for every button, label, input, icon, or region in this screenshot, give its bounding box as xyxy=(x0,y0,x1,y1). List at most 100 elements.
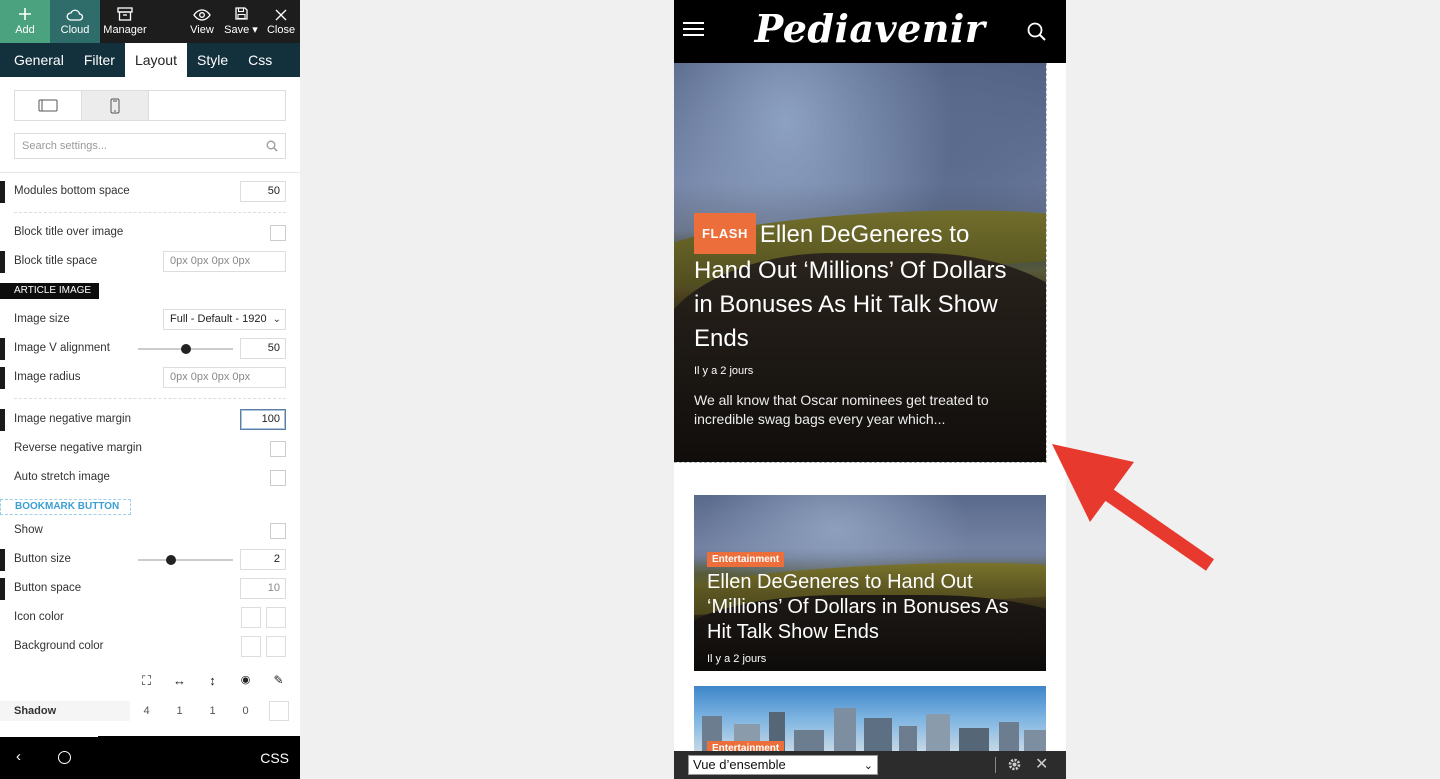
shadow-label: Shadow xyxy=(0,701,130,721)
setting-image-negative-margin: Image negative margin 100 xyxy=(0,408,300,432)
button-space-input[interactable]: 10 xyxy=(240,578,286,599)
search-input[interactable] xyxy=(15,134,255,158)
hero-title[interactable]: FLASH Ellen DeGeneres to Hand Out ‘Millio… xyxy=(694,213,1024,356)
horizontal-offset-icon: ↔ xyxy=(173,673,186,688)
device-phone-button[interactable] xyxy=(82,91,149,120)
cloud-icon xyxy=(66,9,84,21)
tab-css[interactable]: Css xyxy=(238,43,282,77)
article-card[interactable]: Entertainment Ellen DeGeneres to Hand Ou… xyxy=(694,495,1046,671)
search-icon xyxy=(266,140,278,152)
setting-icon-color: Icon color xyxy=(0,606,300,630)
view-label: View xyxy=(190,24,214,36)
device-switcher xyxy=(14,90,286,121)
setting-button-space: Button space 10 xyxy=(0,577,300,601)
manager-label: Manager xyxy=(103,24,147,36)
color-picker-icon: ✎ xyxy=(273,673,284,687)
search-icon[interactable] xyxy=(1027,22,1046,41)
block-title-over-image-checkbox[interactable] xyxy=(270,225,286,241)
article-title[interactable]: Ellen DeGeneres to Hand Out ‘Millions’ O… xyxy=(707,570,1032,645)
preview-footer-bar: Vue d’ensemble ⌄ ✕ xyxy=(674,751,1066,779)
settings-list: Modules bottom space 50 Block title over… xyxy=(0,172,300,736)
tab-general[interactable]: General xyxy=(0,43,74,77)
background-hover-color-swatch[interactable] xyxy=(266,636,286,657)
button-size-slider[interactable] xyxy=(138,555,233,565)
home-icon[interactable] xyxy=(58,751,71,764)
save-button[interactable]: Save ▾ xyxy=(220,0,262,43)
slider-handle[interactable] xyxy=(166,555,176,565)
setting-image-size: Image size Full - Default - 1920 ⌄ xyxy=(0,308,300,332)
tab-style[interactable]: Style xyxy=(187,43,238,77)
tab-filter[interactable]: Filter xyxy=(74,43,125,77)
shadow-x-value[interactable]: 1 xyxy=(163,701,196,721)
image-v-alignment-slider[interactable] xyxy=(138,344,233,354)
reverse-negative-margin-checkbox[interactable] xyxy=(270,441,286,457)
add-button[interactable]: Add xyxy=(0,0,50,43)
image-negative-margin-input[interactable]: 100 xyxy=(240,409,286,430)
shadow-y-value[interactable]: 1 xyxy=(196,701,229,721)
annotation-arrow xyxy=(1052,444,1214,571)
setting-image-radius: Image radius 0px 0px 0px 0px xyxy=(0,366,300,390)
close-icon[interactable]: ✕ xyxy=(1035,754,1048,774)
image-radius-input[interactable]: 0px 0px 0px 0px xyxy=(163,367,286,388)
category-badge[interactable]: Entertainment xyxy=(707,552,785,567)
add-label: Add xyxy=(15,24,35,36)
shadow-blur-value[interactable]: 4 xyxy=(130,701,163,721)
setting-auto-stretch-image: Auto stretch image xyxy=(0,466,300,490)
plus-icon xyxy=(19,8,31,20)
background-color-swatch[interactable] xyxy=(241,636,261,657)
show-checkbox[interactable] xyxy=(270,523,286,539)
phone-icon xyxy=(110,98,120,113)
flash-badge: FLASH xyxy=(694,213,756,254)
close-button[interactable]: Close xyxy=(262,0,300,43)
block-title-space-input[interactable]: 0px 0px 0px 0px xyxy=(163,251,286,272)
eye-icon xyxy=(193,9,211,21)
shadow-spread-value[interactable]: 0 xyxy=(229,701,262,721)
setting-modules-bottom-space: Modules bottom space 50 xyxy=(0,180,300,204)
tablet-landscape-icon xyxy=(38,99,58,112)
shadow-parameter-icons: ⛶ ↔ ↕ ◉ ✎ xyxy=(130,673,300,693)
settings-panel: Add Cloud Manager View Save ▾ Close Gene… xyxy=(0,0,300,779)
tab-layout[interactable]: Layout xyxy=(124,43,187,77)
close-label: Close xyxy=(266,24,296,36)
manager-button[interactable]: Manager xyxy=(100,0,150,43)
shadow-values: 4 1 1 0 xyxy=(130,701,300,721)
shadow-color-swatch[interactable] xyxy=(268,701,289,721)
settings-search xyxy=(14,133,286,159)
top-toolbar: Add Cloud Manager View Save ▾ Close xyxy=(0,0,300,43)
divider xyxy=(14,212,286,213)
image-v-alignment-input[interactable]: 50 xyxy=(240,338,286,359)
bottom-bar: ‹ CSS xyxy=(0,736,300,779)
setting-image-v-alignment: Image V alignment 50 xyxy=(0,337,300,361)
slider-handle[interactable] xyxy=(181,344,191,354)
image-size-select[interactable]: Full - Default - 1920 ⌄ xyxy=(163,309,286,330)
device-tablet-landscape-button[interactable] xyxy=(15,91,82,120)
chevron-down-icon: ⌄ xyxy=(270,310,281,329)
close-icon xyxy=(275,9,287,21)
setting-button-size: Button size 2 xyxy=(0,548,300,572)
setting-background-color: Background color xyxy=(0,635,300,659)
setting-block-title-over-image: Block title over image xyxy=(0,221,300,245)
article-card[interactable]: Entertainment xyxy=(694,686,1046,752)
view-mode-select[interactable]: Vue d’ensemble ⌄ xyxy=(688,755,878,775)
auto-stretch-image-checkbox[interactable] xyxy=(270,470,286,486)
site-logo[interactable]: Pediavenir xyxy=(674,6,1066,51)
site-header: Pediavenir xyxy=(674,0,1066,63)
icon-color-swatch[interactable] xyxy=(241,607,261,628)
button-size-input[interactable]: 2 xyxy=(240,549,286,570)
vertical-offset-icon: ↕ xyxy=(209,673,216,688)
cloud-button[interactable]: Cloud xyxy=(50,0,100,43)
css-button[interactable]: CSS xyxy=(260,750,289,766)
setting-block-title-space: Block title space 0px 0px 0px 0px xyxy=(0,250,300,274)
divider xyxy=(14,398,286,399)
view-button[interactable]: View xyxy=(184,0,220,43)
gear-icon[interactable] xyxy=(1007,757,1022,772)
icon-hover-color-swatch[interactable] xyxy=(266,607,286,628)
hero-article[interactable]: FLASH Ellen DeGeneres to Hand Out ‘Millio… xyxy=(674,63,1047,463)
modules-bottom-space-input[interactable]: 50 xyxy=(240,181,286,202)
blur-icon: ⛶ xyxy=(141,673,152,688)
hero-excerpt: We all know that Oscar nominees get trea… xyxy=(694,392,989,427)
back-icon[interactable]: ‹ xyxy=(16,748,21,765)
setting-reverse-negative-margin: Reverse negative margin xyxy=(0,437,300,461)
panel-tabs: General Filter Layout Style Css xyxy=(0,43,300,77)
cloud-label: Cloud xyxy=(60,24,90,36)
